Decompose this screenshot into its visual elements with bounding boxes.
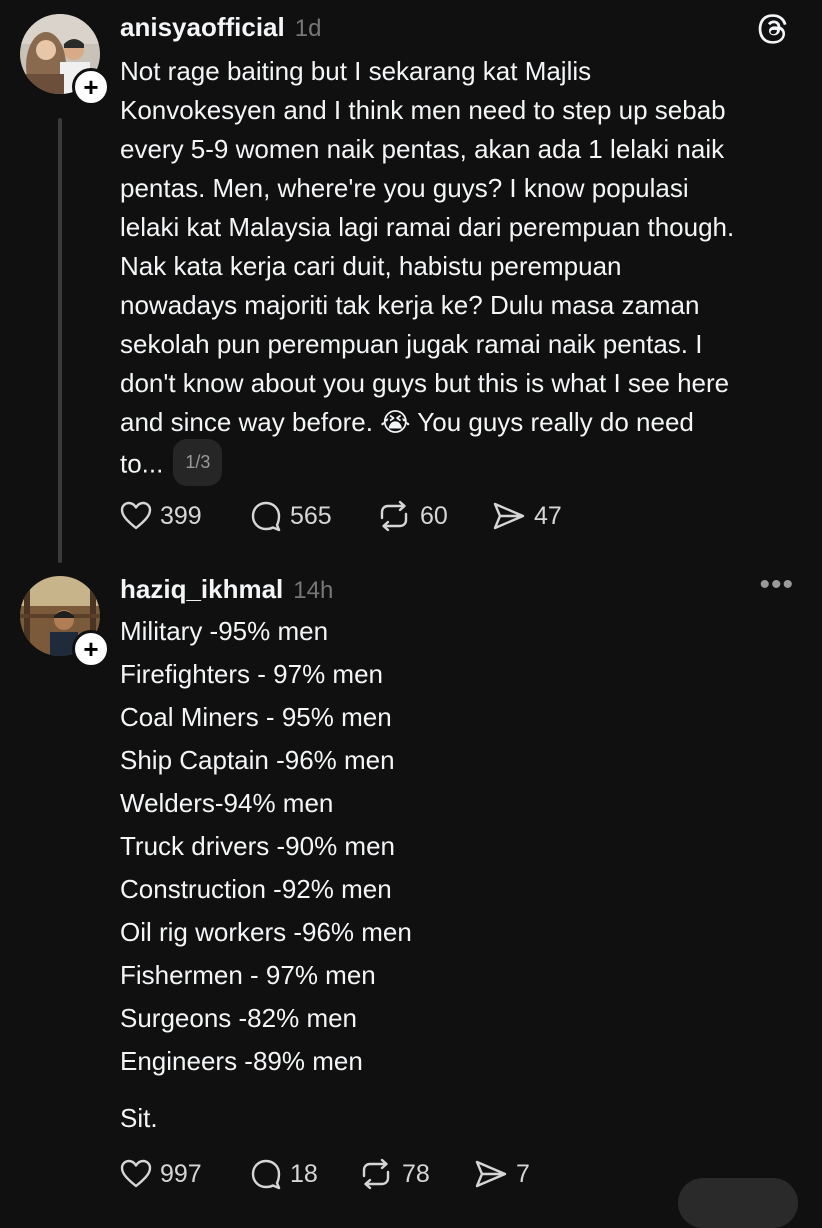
post-body: Military -95% men Firefighters - 97% men… <box>120 610 810 1140</box>
post-actions: 997 18 78 7 <box>120 1158 554 1190</box>
page-indicator[interactable]: 1/3 <box>173 439 223 486</box>
list-item: Military -95% men <box>120 616 329 646</box>
reply-count: 18 <box>290 1159 318 1188</box>
post-text: Not rage baiting but I sekarang kat Majl… <box>120 56 735 479</box>
repost-icon <box>362 1158 390 1190</box>
follow-plus-icon[interactable]: + <box>72 630 110 668</box>
reply-count: 565 <box>290 501 332 530</box>
list-item: Fishermen - 97% men <box>120 960 376 990</box>
username[interactable]: anisyaofficial <box>120 12 285 43</box>
list-item: Surgeons -82% men <box>120 1003 358 1033</box>
post-header: anisyaofficial 1d <box>120 12 321 43</box>
like-count: 399 <box>160 501 202 530</box>
post-time: 14h <box>293 577 334 604</box>
list-item: Construction -92% men <box>120 874 392 904</box>
list-item: Engineers -89% men <box>120 1046 363 1076</box>
list-item: Truck drivers -90% men <box>120 831 395 861</box>
post-body: Not rage baiting but I sekarang kat Majl… <box>120 52 810 489</box>
repost-icon <box>380 500 408 532</box>
username[interactable]: haziq_ikhmal <box>120 574 283 605</box>
share-count: 47 <box>534 501 562 530</box>
threads-logo-icon[interactable] <box>758 12 792 51</box>
post-actions: 399 565 60 47 <box>120 500 592 532</box>
list-item: Coal Miners - 95% men <box>120 702 392 732</box>
send-icon <box>475 1160 507 1188</box>
floating-compose-pill[interactable] <box>678 1178 798 1228</box>
speech-bubble-icon <box>251 501 281 532</box>
closing-line: Sit. <box>120 1103 158 1133</box>
share-button[interactable]: 7 <box>474 1159 554 1189</box>
reply-button[interactable]: 565 <box>250 500 376 532</box>
list-item: Welders-94% men <box>120 788 334 818</box>
more-dots-icon[interactable]: ••• <box>759 568 794 602</box>
list-item: Firefighters - 97% men <box>120 659 383 689</box>
follow-plus-icon[interactable]: + <box>72 68 110 106</box>
like-button[interactable]: 997 <box>120 1159 250 1189</box>
share-button[interactable]: 47 <box>492 501 592 531</box>
repost-button[interactable]: 60 <box>376 500 492 532</box>
heart-icon <box>120 1159 152 1188</box>
like-count: 997 <box>160 1159 202 1188</box>
speech-bubble-icon <box>251 1159 281 1190</box>
post-header: haziq_ikhmal 14h <box>120 574 333 605</box>
send-icon <box>493 502 525 530</box>
repost-button[interactable]: 78 <box>358 1158 474 1190</box>
like-button[interactable]: 399 <box>120 501 250 531</box>
repost-count: 78 <box>402 1159 430 1188</box>
list-item: Oil rig workers -96% men <box>120 917 412 947</box>
share-count: 7 <box>516 1159 530 1188</box>
list-item: Ship Captain -96% men <box>120 745 395 775</box>
post-time: 1d <box>294 15 322 42</box>
repost-count: 60 <box>420 501 448 530</box>
thread-connector-line <box>58 118 62 563</box>
heart-icon <box>120 501 152 530</box>
reply-button[interactable]: 18 <box>250 1158 358 1190</box>
